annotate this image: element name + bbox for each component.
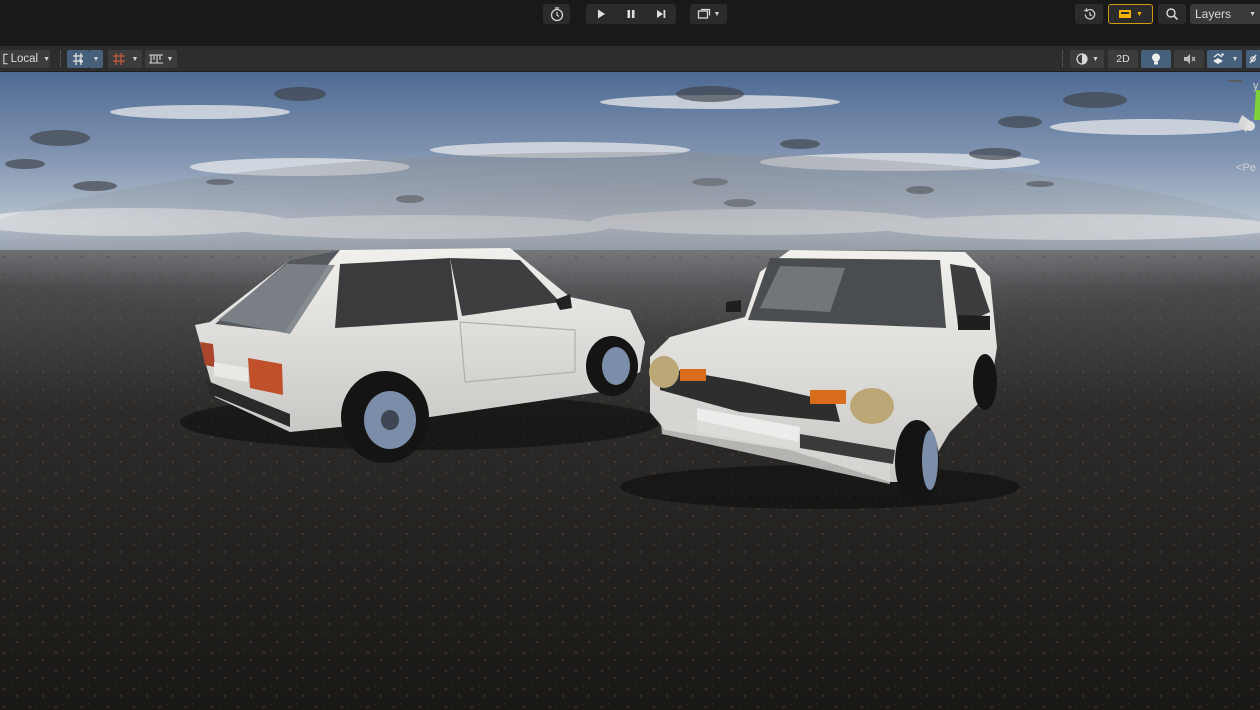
- chevron-down-icon: ▼: [1249, 10, 1256, 18]
- grid-icon: [113, 53, 125, 65]
- 2d-label: 2D: [1116, 53, 1130, 65]
- scene-view-toolbar: Local ▼ ▼ ▼ ▼ ▼ 2D ▼: [0, 46, 1260, 72]
- chevron-down-icon: ▼: [166, 55, 174, 63]
- audio-mute-icon: [1184, 54, 1196, 64]
- chevron-down-icon: ▼: [1092, 55, 1099, 63]
- audio-toggle[interactable]: [1174, 50, 1204, 68]
- toolbar-spacer: [0, 28, 1260, 46]
- layers-dropdown[interactable]: Layers ▼: [1190, 4, 1260, 24]
- toolbar-separator: [60, 51, 62, 67]
- shading-mode-icon: [1076, 53, 1088, 65]
- cloud-services-icon: [1119, 10, 1132, 18]
- effects-icon: [1213, 53, 1224, 64]
- effects-options[interactable]: ▼: [1228, 50, 1242, 68]
- cloud-services-button[interactable]: ▼: [1108, 4, 1153, 24]
- search-icon: [1166, 8, 1179, 21]
- grid-visibility-toggle[interactable]: [108, 50, 130, 68]
- play-icon: [598, 9, 605, 19]
- grid-snap-options[interactable]: ▼: [89, 50, 103, 68]
- lightbulb-icon: [1152, 53, 1160, 65]
- hidden-objects-icon: [1249, 54, 1257, 64]
- search-button[interactable]: [1158, 4, 1186, 24]
- 2d-mode-toggle[interactable]: 2D: [1108, 50, 1138, 68]
- pause-button[interactable]: [616, 4, 646, 24]
- step-button[interactable]: [646, 4, 676, 24]
- gizmo-projection-label[interactable]: <Pe: [1236, 162, 1256, 174]
- scene-viewport[interactable]: y <Pe: [0, 72, 1260, 710]
- display-icon: [697, 8, 710, 19]
- chevron-down-icon: ▼: [92, 55, 100, 63]
- orientation-gizmo[interactable]: [1228, 80, 1260, 160]
- undo-history-button[interactable]: [1075, 4, 1103, 24]
- gizmo-y-axis-label: y: [1253, 80, 1259, 92]
- pivot-icon: [3, 53, 8, 65]
- chevron-down-icon: ▼: [1136, 10, 1143, 18]
- pause-icon: [627, 10, 635, 18]
- layers-label: Layers: [1195, 7, 1232, 21]
- play-button[interactable]: [586, 4, 616, 24]
- chevron-down-icon: ▼: [713, 10, 721, 18]
- toolbar-separator: [1062, 51, 1064, 67]
- grid-snap-toggle[interactable]: [67, 50, 89, 68]
- playmode-controls: [586, 4, 676, 24]
- grid-visibility-options[interactable]: ▼: [128, 50, 142, 68]
- scene-lighting-toggle[interactable]: [1141, 50, 1171, 68]
- display-layout-dropdown[interactable]: ▼: [690, 4, 727, 24]
- account-history-button[interactable]: [543, 4, 570, 24]
- chevron-down-icon: ▼: [1231, 55, 1239, 63]
- main-toolbar: ▼ ▼ Layers ▼: [0, 0, 1260, 28]
- scene-render: [0, 72, 1260, 710]
- undo-history-icon: [1083, 7, 1095, 20]
- snap-icon: [73, 53, 83, 65]
- pivot-rotation-label: Local: [10, 53, 39, 65]
- increment-snap-options[interactable]: ▼: [163, 50, 177, 68]
- effects-toggle[interactable]: [1207, 50, 1229, 68]
- ruler-icon: [149, 54, 163, 64]
- history-icon: [550, 7, 563, 22]
- chevron-down-icon: ▼: [43, 55, 50, 63]
- scene-visibility-toggle[interactable]: [1246, 50, 1260, 68]
- step-icon: [657, 10, 666, 18]
- pivot-rotation-dropdown[interactable]: Local ▼: [0, 50, 50, 68]
- chevron-down-icon: ▼: [131, 55, 139, 63]
- draw-mode-dropdown[interactable]: ▼: [1070, 50, 1104, 68]
